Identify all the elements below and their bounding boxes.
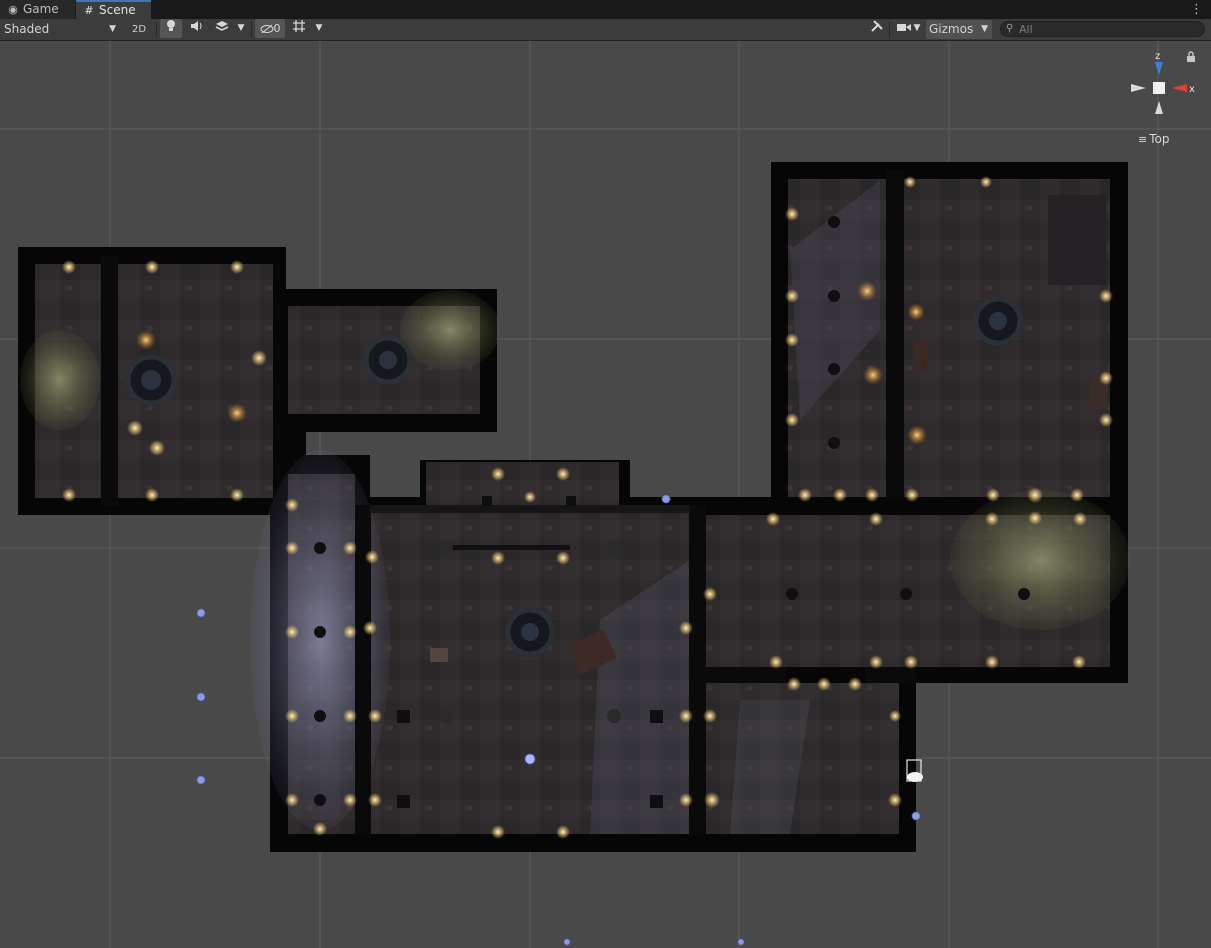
grid-toggle-icon[interactable] (288, 19, 310, 38)
tab-scene-label: Scene (99, 3, 136, 17)
scene-viewport[interactable]: z x ≡ Top (0, 41, 1211, 948)
tools-icon[interactable] (866, 19, 888, 38)
search-input[interactable] (1019, 22, 1199, 36)
gamepad-icon: ◉ (8, 3, 18, 16)
menu-icon: ≡ (1138, 133, 1148, 146)
more-options-icon[interactable]: ⋮ (1190, 0, 1203, 19)
chevron-down-icon: ▼ (109, 24, 116, 34)
toggle-2d-button[interactable]: 2D (127, 20, 151, 39)
chevron-down-icon: ▼ (981, 24, 988, 34)
toolbar-divider (251, 22, 252, 37)
camera-dropdown-chevron-icon[interactable]: ▼ (910, 19, 924, 38)
eye-slash-icon (260, 24, 273, 33)
shading-mode-dropdown[interactable]: Shaded ▼ (0, 20, 121, 39)
toolbar-divider (889, 22, 890, 37)
lock-icon[interactable] (1186, 51, 1196, 63)
scene-toolbar: Shaded ▼ 2D ▼ 0 ▼ ▼ Gizmos ▼ ⚲ (0, 19, 1211, 41)
gizmos-label: Gizmos (929, 22, 974, 36)
scene-canvas[interactable] (0, 41, 1211, 948)
tab-scene[interactable]: # Scene (76, 0, 151, 19)
effects-toggle-icon[interactable] (211, 19, 233, 38)
view-mode-text: Top (1149, 132, 1170, 146)
hash-icon: # (84, 4, 94, 17)
axis-x-label: x (1189, 84, 1195, 95)
audio-toggle-icon[interactable] (186, 19, 208, 38)
search-icon: ⚲ (1006, 23, 1014, 34)
axis-z-label: z (1155, 51, 1160, 62)
tab-game[interactable]: ◉ Game (0, 0, 75, 19)
view-mode-label[interactable]: ≡ Top (1138, 132, 1169, 146)
shading-mode-value: Shaded (4, 22, 50, 36)
hidden-objects-toggle[interactable]: 0 (255, 19, 285, 38)
effects-dropdown-chevron-icon[interactable]: ▼ (233, 19, 249, 38)
gizmos-dropdown[interactable]: Gizmos ▼ (926, 20, 992, 39)
grid-dropdown-chevron-icon[interactable]: ▼ (311, 19, 327, 38)
toolbar-divider (156, 22, 157, 37)
hidden-objects-count: 0 (273, 22, 281, 35)
tab-game-label: Game (23, 2, 59, 16)
tab-bar: ◉ Game # Scene ⋮ (0, 0, 1211, 19)
search-field[interactable]: ⚲ (1000, 21, 1205, 37)
lighting-toggle-icon[interactable] (160, 19, 182, 38)
